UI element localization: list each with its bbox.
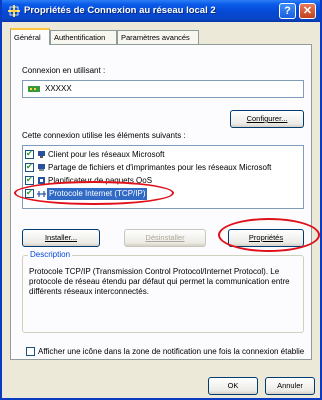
network-connection-icon: [8, 5, 20, 17]
ok-label: OK: [227, 381, 239, 390]
tab-advanced-settings[interactable]: Paramètres avancés: [117, 30, 199, 44]
notify-label: Afficher une icône dans la zone de notif…: [38, 347, 305, 356]
help-button[interactable]: ?: [279, 3, 296, 19]
configure-button[interactable]: Configurer...: [230, 110, 304, 128]
protocol-icon: [37, 191, 46, 197]
install-label: Installer...: [44, 233, 78, 242]
item-label: Partage de fichiers et d'imprimantes pou…: [48, 163, 272, 172]
item-label: Protocole Internet (TCP/IP): [47, 188, 148, 200]
properties-label: Propriétés: [248, 233, 284, 242]
install-button[interactable]: Installer...: [22, 229, 100, 247]
configure-label: Configurer...: [246, 114, 288, 123]
adapter-field[interactable]: XXXXX: [22, 80, 304, 98]
components-list[interactable]: Client pour les réseaux Microsoft Partag…: [22, 145, 304, 209]
properties-dialog: Propriétés de Connexion au réseau local …: [0, 0, 322, 400]
printer-share-icon: [38, 164, 45, 171]
item-checkbox[interactable]: [25, 161, 34, 173]
uninstall-label: Désinstaller: [145, 233, 185, 242]
description-title: Description: [28, 250, 73, 259]
uninstall-button[interactable]: Désinstaller: [124, 229, 206, 247]
tab-authentication[interactable]: Authentification: [50, 30, 117, 44]
window-title: Propriétés de Connexion au réseau local …: [24, 5, 216, 16]
ok-button[interactable]: OK: [208, 377, 258, 395]
close-button[interactable]: ✕: [299, 3, 316, 19]
qos-scheduler-icon: [38, 177, 45, 184]
description-group: Description Protocole TCP/IP (Transmissi…: [22, 250, 304, 333]
adapter-name: XXXXX: [45, 84, 72, 93]
item-label: Planificateur de paquets QoS: [48, 176, 153, 185]
description-text: Protocole TCP/IP (Transmission Control P…: [29, 267, 290, 296]
notify-checkbox[interactable]: [26, 347, 35, 356]
item-label: Client pour les réseaux Microsoft: [48, 150, 165, 159]
item-checkbox[interactable]: [25, 174, 34, 186]
cancel-button[interactable]: Annuler: [265, 377, 315, 395]
properties-button[interactable]: Propriétés: [228, 229, 304, 247]
items-label: Cette connexion utilise les éléments sui…: [22, 131, 186, 140]
item-checkbox[interactable]: [25, 187, 34, 199]
tab-general[interactable]: Général: [10, 28, 50, 45]
network-client-icon: [38, 151, 45, 158]
item-checkbox[interactable]: [25, 148, 34, 160]
title-bar[interactable]: Propriétés de Connexion au réseau local …: [2, 0, 320, 22]
connect-using-label: Connexion en utilisant :: [22, 66, 106, 75]
network-adapter-icon: [28, 86, 40, 92]
cancel-label: Annuler: [277, 381, 303, 390]
